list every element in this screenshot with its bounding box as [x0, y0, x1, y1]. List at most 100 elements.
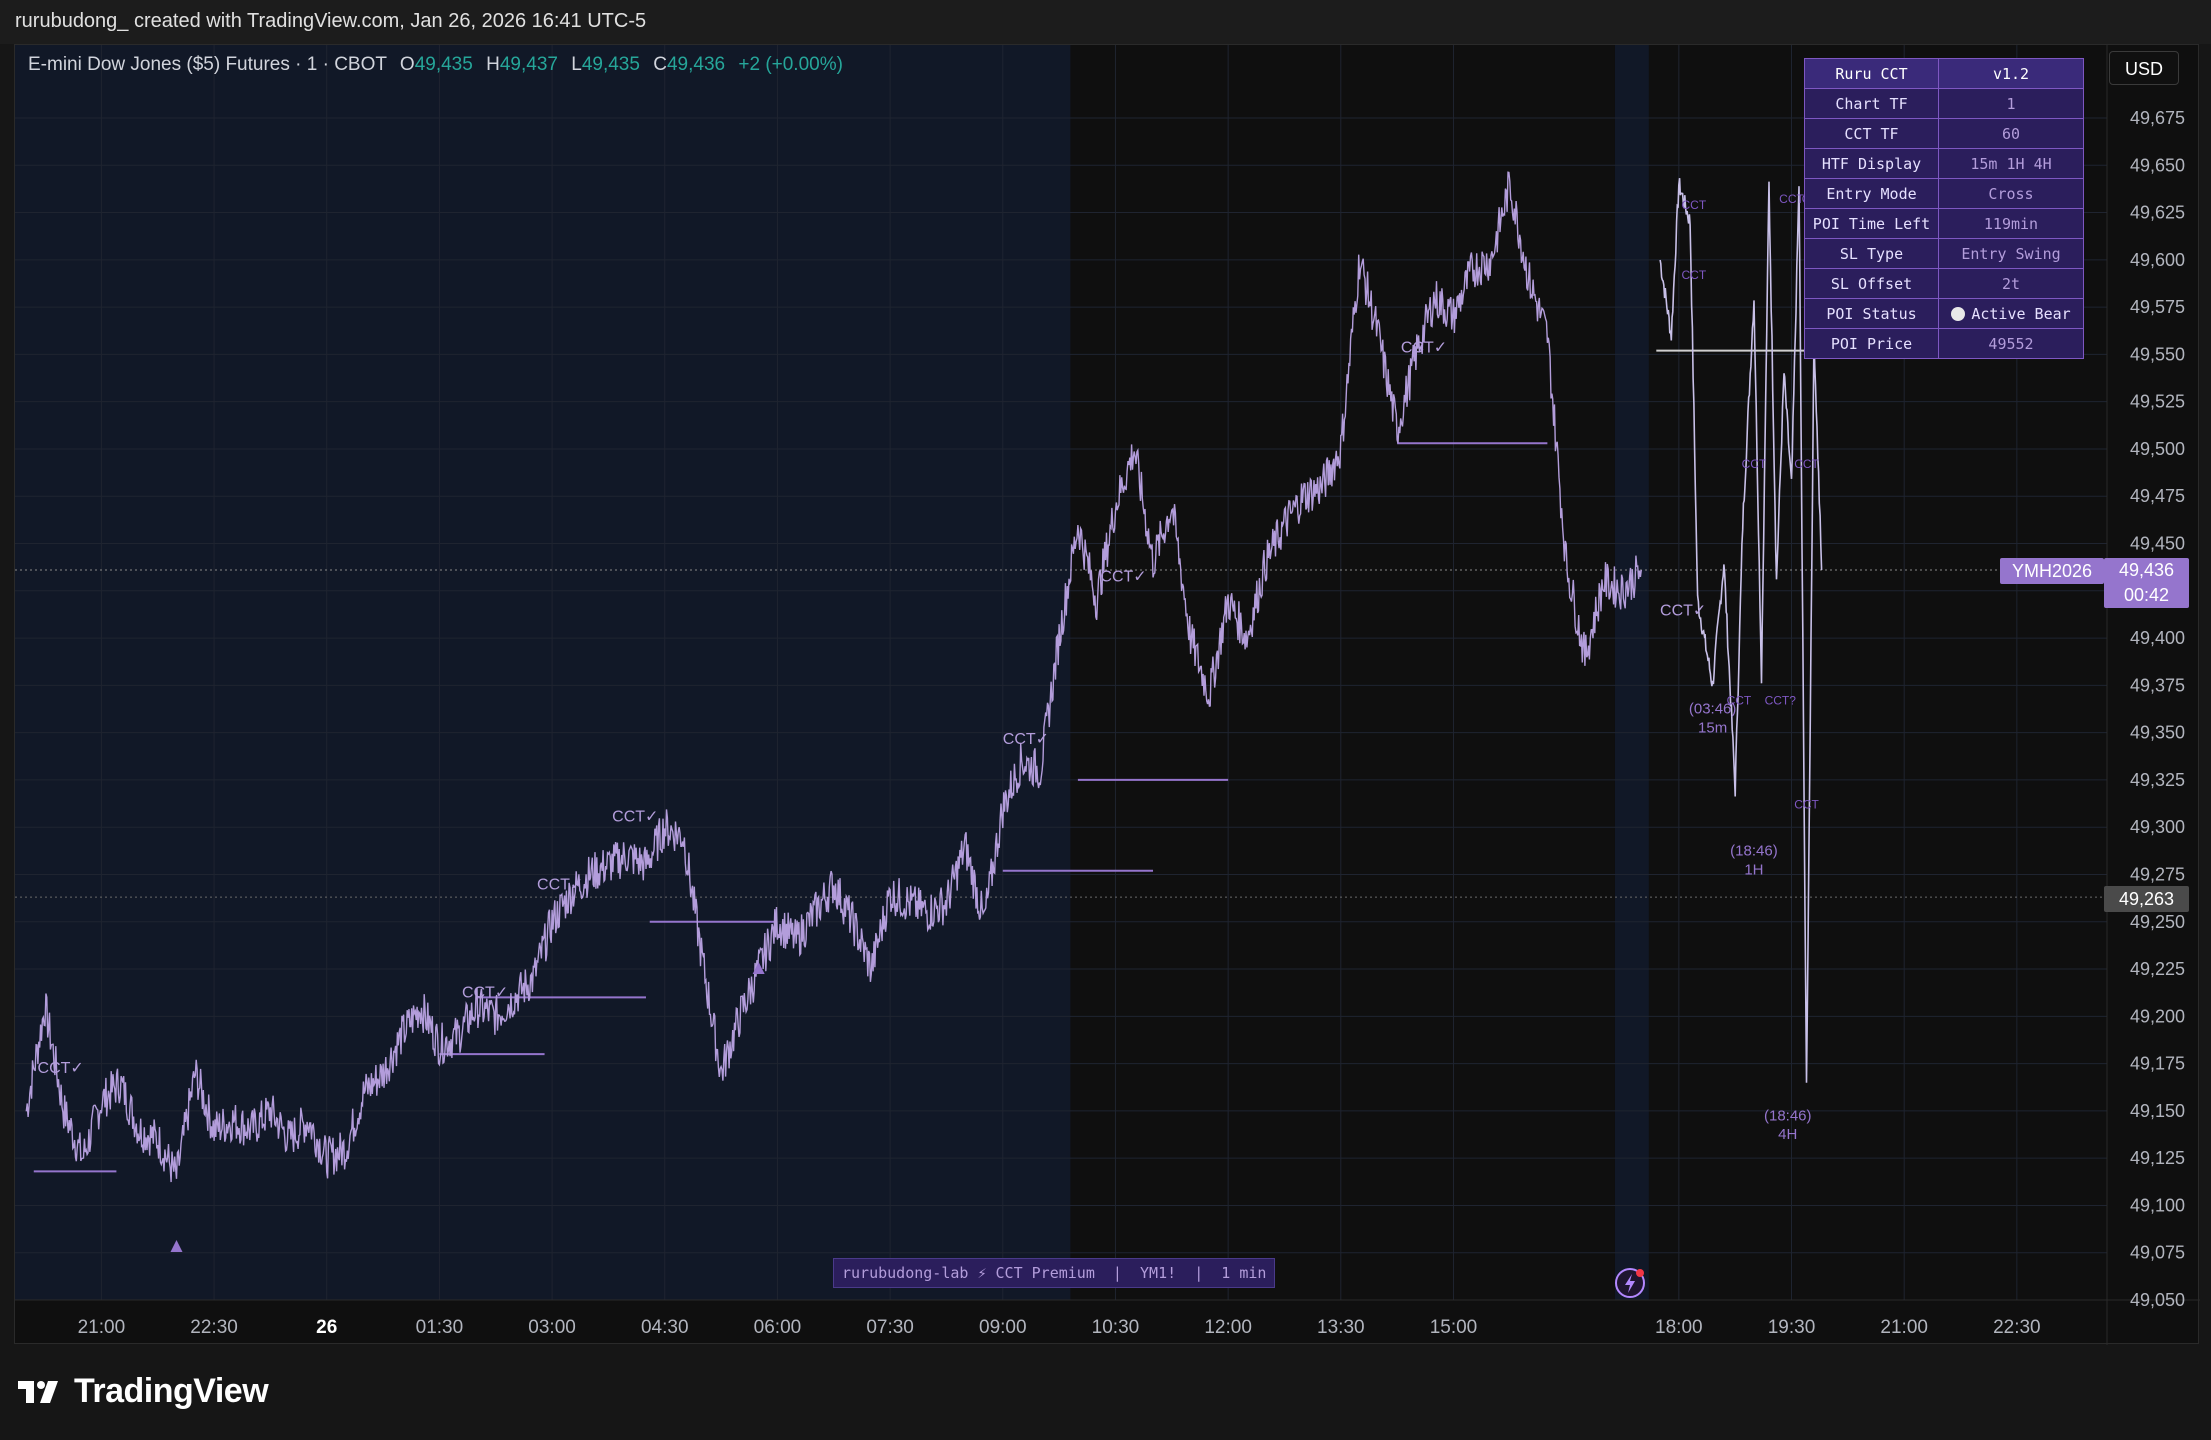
price-tick-label: 49,275 [2130, 864, 2185, 884]
table-header-row: Ruru CCT v1.2 [1804, 58, 2084, 89]
htf-cct-marker: CCT [1779, 192, 1804, 206]
bar-countdown: 00:42 [2123, 585, 2170, 605]
price-tick-label: 49,525 [2130, 392, 2185, 412]
cct-marker: CCT✓ [1401, 340, 1447, 357]
price-tick-label: 49,225 [2130, 959, 2185, 979]
symbol-title: E-mini Dow Jones ($5) Futures · 1 · CBOT [28, 54, 387, 75]
table-header-value: v1.2 [1938, 58, 2084, 89]
time-tick-label: 09:00 [979, 1317, 1027, 1338]
row-value: 15m 1H 4H [1938, 148, 2084, 179]
table-row: Chart TF 1 [1804, 88, 2084, 119]
row-value: 2t [1938, 268, 2084, 299]
price-tick-label: 49,325 [2130, 770, 2185, 790]
price-tick-label: 49,350 [2130, 723, 2185, 743]
time-tick-label: 26 [316, 1317, 337, 1338]
row-label: CCT TF [1804, 118, 1939, 149]
row-value: 1 [1938, 88, 2084, 119]
htf-cct-marker: CCT [1682, 268, 1707, 282]
price-tick-label: 49,125 [2130, 1148, 2185, 1168]
cct-marker: CCT✓ [38, 1060, 84, 1077]
row-label: POI Status [1804, 298, 1939, 329]
low-value: 49,435 [581, 54, 640, 75]
price-tick-label: 49,300 [2130, 817, 2185, 837]
htf-cct-marker: CCT [1794, 457, 1819, 471]
open-value: 49,435 [414, 54, 473, 75]
row-value: Entry Swing [1938, 238, 2084, 269]
table-header-label: Ruru CCT [1804, 58, 1939, 89]
time-tick-label: 19:30 [1768, 1317, 1816, 1338]
cct-marker: CCT✓ [537, 877, 583, 894]
htf-candle-series [1659, 178, 1823, 1083]
time-tick-label: 22:30 [1993, 1317, 2041, 1338]
symbol-legend[interactable]: E-mini Dow Jones ($5) Futures · 1 · CBOT… [28, 54, 843, 76]
row-value: 49552 [1938, 328, 2084, 359]
price-tick-label: 49,075 [2130, 1243, 2185, 1263]
time-tick-label: 01:30 [416, 1317, 464, 1338]
price-tick-label: 49,100 [2130, 1195, 2185, 1215]
htf-time-label: (18:46) [1764, 1107, 1812, 1124]
last-price-tag: 49,436 00:42 [2104, 558, 2189, 608]
price-tick-label: 49,675 [2130, 108, 2185, 128]
price-tick-label: 49,400 [2130, 628, 2185, 648]
price-tick-label: 49,250 [2130, 912, 2185, 932]
top-bar: rurubudong_ created with TradingView.com… [0, 0, 2211, 44]
session-shade [15, 45, 1071, 1300]
time-tick-label: 21:00 [78, 1317, 126, 1338]
price-tick-label: 49,600 [2130, 250, 2185, 270]
table-row: HTF Display 15m 1H 4H [1804, 148, 2084, 179]
footer [0, 1345, 2211, 1440]
time-tick-label: 06:00 [754, 1317, 802, 1338]
row-value: 60 [1938, 118, 2084, 149]
time-tick-label: 03:00 [528, 1317, 576, 1338]
row-label: POI Time Left [1804, 208, 1939, 239]
row-value: 119min [1938, 208, 2084, 239]
price-tick-label: 49,625 [2130, 203, 2185, 223]
cct-marker: CCT✓ [1100, 568, 1146, 585]
price-tick-label: 49,050 [2130, 1290, 2185, 1310]
table-row: POI Status Active Bear [1804, 298, 2084, 329]
htf-time-label: 1H [1744, 861, 1763, 878]
currency-button[interactable]: USD [2109, 51, 2179, 85]
open-key: O [399, 54, 415, 75]
price-tick-label: 49,175 [2130, 1054, 2185, 1074]
symbol-price-tag: YMH2026 [2000, 558, 2104, 584]
lightning-alert-icon[interactable] [1614, 1267, 1646, 1299]
price-tick-label: 49,375 [2130, 675, 2185, 695]
table-row: POI Price 49552 [1804, 328, 2084, 359]
cct-marker: CCT✓ [1003, 731, 1049, 748]
close-value: 49,436 [666, 54, 726, 75]
row-label: Entry Mode [1804, 178, 1939, 209]
creator-caption: rurubudong_ created with TradingView.com… [15, 10, 647, 32]
high-key: H [486, 54, 500, 75]
price-tick-label: 49,200 [2130, 1006, 2185, 1026]
price-tick-label: 49,475 [2130, 486, 2185, 506]
price-tick-label: 49,550 [2130, 344, 2185, 364]
htf-cct-marker: CCT [1742, 457, 1767, 471]
row-label: SL Offset [1804, 268, 1939, 299]
status-dot-icon [1951, 306, 1966, 321]
htf-cct-marker: CCT? [1765, 693, 1797, 707]
last-price-value: 49,436 [2118, 560, 2175, 580]
session-shade [1614, 45, 1649, 1300]
time-tick-label: 13:30 [1317, 1317, 1365, 1338]
cct-marker: CCT✓ [1660, 602, 1706, 619]
row-label: Chart TF [1804, 88, 1939, 119]
table-row: Entry Mode Cross [1804, 178, 2084, 209]
cct-marker: CCT✓ [612, 809, 658, 826]
time-tick-label: 22:30 [190, 1317, 238, 1338]
tradingview-logo[interactable]: TradingView [16, 1372, 269, 1411]
close-key: C [653, 54, 667, 75]
time-tick-label: 07:30 [866, 1317, 914, 1338]
time-tick-label: 10:30 [1092, 1317, 1140, 1338]
cct-marker: CCT✓ [462, 984, 508, 1001]
low-key: L [571, 54, 582, 75]
price-tick-label: 49,650 [2130, 155, 2185, 175]
table-row: POI Time Left 119min [1804, 208, 2084, 239]
cct-info-table: Ruru CCT v1.2 Chart TF 1 CCT TF 60 HTF Dis… [1804, 58, 2084, 359]
row-value: Cross [1938, 178, 2084, 209]
htf-time-label: 15m [1698, 720, 1727, 737]
table-row: SL Type Entry Swing [1804, 238, 2084, 269]
time-tick-label: 18:00 [1655, 1317, 1703, 1338]
row-label: POI Price [1804, 328, 1939, 359]
poi-status-text: Active Bear [1971, 304, 2071, 323]
